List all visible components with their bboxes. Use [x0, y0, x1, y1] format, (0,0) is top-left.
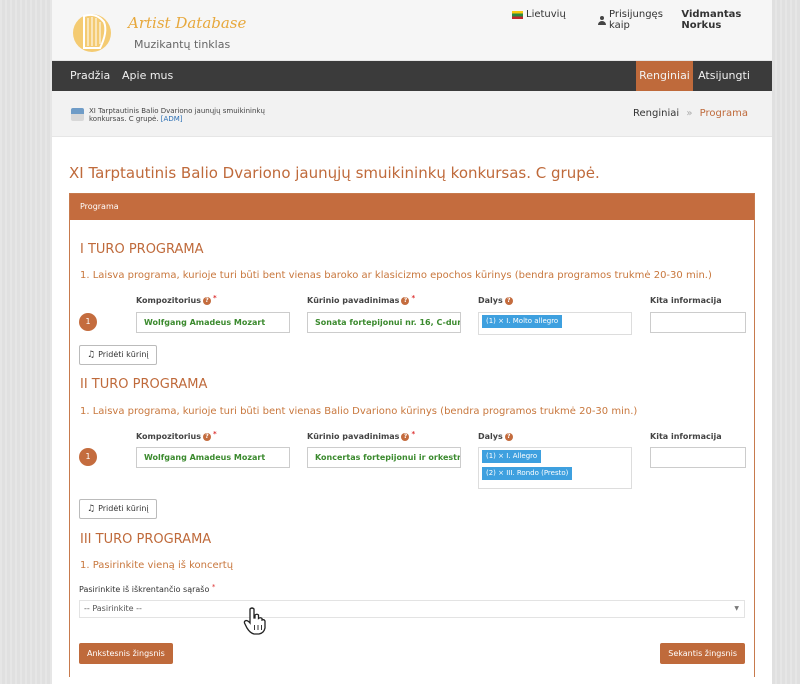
parts-label-text: Dalys — [478, 296, 503, 305]
nav-logout[interactable]: Atsijungti — [693, 61, 755, 91]
music-note-icon: ♫ — [87, 350, 96, 360]
concert-select[interactable]: -- Pasirinkite -- ▼ — [79, 600, 745, 618]
nav-events[interactable]: Renginiai — [636, 61, 693, 91]
parts-multiselect[interactable]: (1) × I. Allegro (2) × III. Rondo (Prest… — [478, 447, 632, 489]
nav-events-label: Renginiai — [639, 69, 690, 82]
nav-about-label: Apie mus — [122, 69, 174, 82]
parts-label-text: Dalys — [478, 432, 503, 441]
other-label: Kita informacija — [650, 296, 722, 305]
add-work-label: Pridėti kūrinį — [98, 504, 149, 513]
logo-title[interactable]: Artist Database — [128, 14, 246, 32]
music-note-icon: ♫ — [87, 504, 96, 514]
work-label: Kūrinio pavadinimas? * — [307, 429, 416, 442]
login-prefix: Prisijungęs kaip — [609, 9, 663, 31]
user-icon — [598, 15, 607, 25]
event-thumbnail — [71, 108, 84, 121]
language-switcher[interactable]: Lietuvių — [512, 9, 566, 20]
round-1-requirement: 1. Laisva programa, kurioje turi būti be… — [80, 270, 712, 281]
breadcrumb-current: Programa — [699, 108, 748, 119]
work-label: Kūrinio pavadinimas? * — [307, 293, 416, 306]
work-input[interactable]: Koncertas fortepijonui ir orkestrui — [307, 447, 461, 468]
work-input[interactable]: Sonata fortepijonui nr. 16, C-dur, K — [307, 312, 461, 333]
round-3-title: III TURO PROGRAMA — [80, 532, 212, 547]
work-label-text: Kūrinio pavadinimas — [307, 296, 400, 305]
row-number-badge: 1 — [79, 448, 97, 466]
required-mark: * — [211, 583, 216, 591]
composer-label: Kompozitorius? * — [136, 429, 217, 442]
help-icon[interactable]: ? — [202, 432, 211, 441]
required-mark: * — [212, 429, 217, 438]
previous-step-button[interactable]: Ankstesnis žingsnis — [79, 643, 173, 664]
panel-heading: Programa — [70, 194, 754, 220]
composer-label: Kompozitorius? * — [136, 293, 217, 306]
help-icon[interactable]: ? — [504, 432, 513, 441]
parts-multiselect[interactable]: (1) × I. Molto allegro — [478, 312, 632, 335]
part-tag[interactable]: (2) × III. Rondo (Presto) — [482, 467, 573, 480]
select-label: Pasirinkite iš iškrentančio sąrašo * — [79, 583, 216, 594]
page-container: Artist Database Muzikantų tinklas Lietuv… — [52, 0, 772, 684]
help-icon[interactable]: ? — [504, 296, 513, 305]
harp-logo-icon[interactable] — [70, 8, 120, 54]
round-2-title: II TURO PROGRAMA — [80, 377, 208, 392]
other-info-input[interactable] — [650, 447, 746, 468]
add-work-label: Pridėti kūrinį — [98, 350, 149, 359]
add-work-button[interactable]: ♫ Pridėti kūrinį — [79, 499, 157, 519]
composer-label-text: Kompozitorius — [136, 432, 201, 441]
nav-home-label: Pradžia — [70, 69, 111, 82]
other-info-input[interactable] — [650, 312, 746, 333]
required-mark: * — [212, 293, 217, 302]
round-3-requirement: 1. Pasirinkite vieną iš koncertų — [80, 560, 234, 571]
page-title: XI Tarptautinis Balio Dvariono jaunųjų s… — [69, 164, 600, 182]
lithuania-flag-icon — [512, 10, 523, 19]
hand-cursor-icon — [243, 607, 266, 635]
composer-input[interactable]: Wolfgang Amadeus Mozart — [136, 447, 290, 468]
main-navbar: Pradžia Apie mus▼ Renginiai Atsijungti — [52, 61, 772, 110]
nav-about[interactable]: Apie mus▼ — [122, 61, 182, 110]
chevron-down-icon: ▼ — [734, 605, 739, 612]
nav-logout-label: Atsijungti — [698, 69, 750, 82]
logo-subtitle: Muzikantų tinklas — [134, 38, 231, 51]
round-1-title: I TURO PROGRAMA — [80, 242, 204, 257]
program-panel: Programa I TURO PROGRAMA 1. Laisva progr… — [69, 193, 755, 677]
event-title-small: XI Tarptautinis Balio Dvariono jaunųjų s… — [89, 107, 269, 123]
next-step-button[interactable]: Sekantis žingsnis — [660, 643, 745, 664]
breadcrumb: Renginiai » Programa — [633, 108, 748, 119]
help-icon[interactable]: ? — [202, 296, 211, 305]
help-icon[interactable]: ? — [401, 296, 410, 305]
login-username[interactable]: Vidmantas Norkus — [681, 9, 772, 31]
parts-label: Dalys? — [478, 296, 513, 305]
breadcrumb-bar: XI Tarptautinis Balio Dvariono jaunųjų s… — [52, 91, 772, 137]
site-header: Artist Database Muzikantų tinklas Lietuv… — [52, 0, 772, 61]
part-tag[interactable]: (1) × I. Molto allegro — [482, 315, 563, 328]
part-tag[interactable]: (1) × I. Allegro — [482, 450, 542, 463]
composer-label-text: Kompozitorius — [136, 296, 201, 305]
required-mark: * — [411, 429, 416, 438]
login-status: Prisijungęs kaip Vidmantas Norkus — [598, 9, 772, 31]
required-mark: * — [411, 293, 416, 302]
row-number-badge: 1 — [79, 313, 97, 331]
composer-input[interactable]: Wolfgang Amadeus Mozart — [136, 312, 290, 333]
select-value: -- Pasirinkite -- — [84, 604, 142, 613]
work-label-text: Kūrinio pavadinimas — [307, 432, 400, 441]
adm-link[interactable]: [ADM] — [161, 115, 183, 123]
add-work-button[interactable]: ♫ Pridėti kūrinį — [79, 345, 157, 365]
breadcrumb-separator: » — [686, 108, 693, 119]
round-2-requirement: 1. Laisva programa, kurioje turi būti be… — [80, 406, 638, 417]
other-label: Kita informacija — [650, 432, 722, 441]
select-label-text: Pasirinkite iš iškrentančio sąrašo — [79, 585, 210, 594]
help-icon[interactable]: ? — [401, 432, 410, 441]
breadcrumb-events[interactable]: Renginiai — [633, 108, 679, 119]
parts-label: Dalys? — [478, 432, 513, 441]
nav-home[interactable]: Pradžia — [70, 61, 110, 91]
language-label: Lietuvių — [526, 9, 566, 20]
